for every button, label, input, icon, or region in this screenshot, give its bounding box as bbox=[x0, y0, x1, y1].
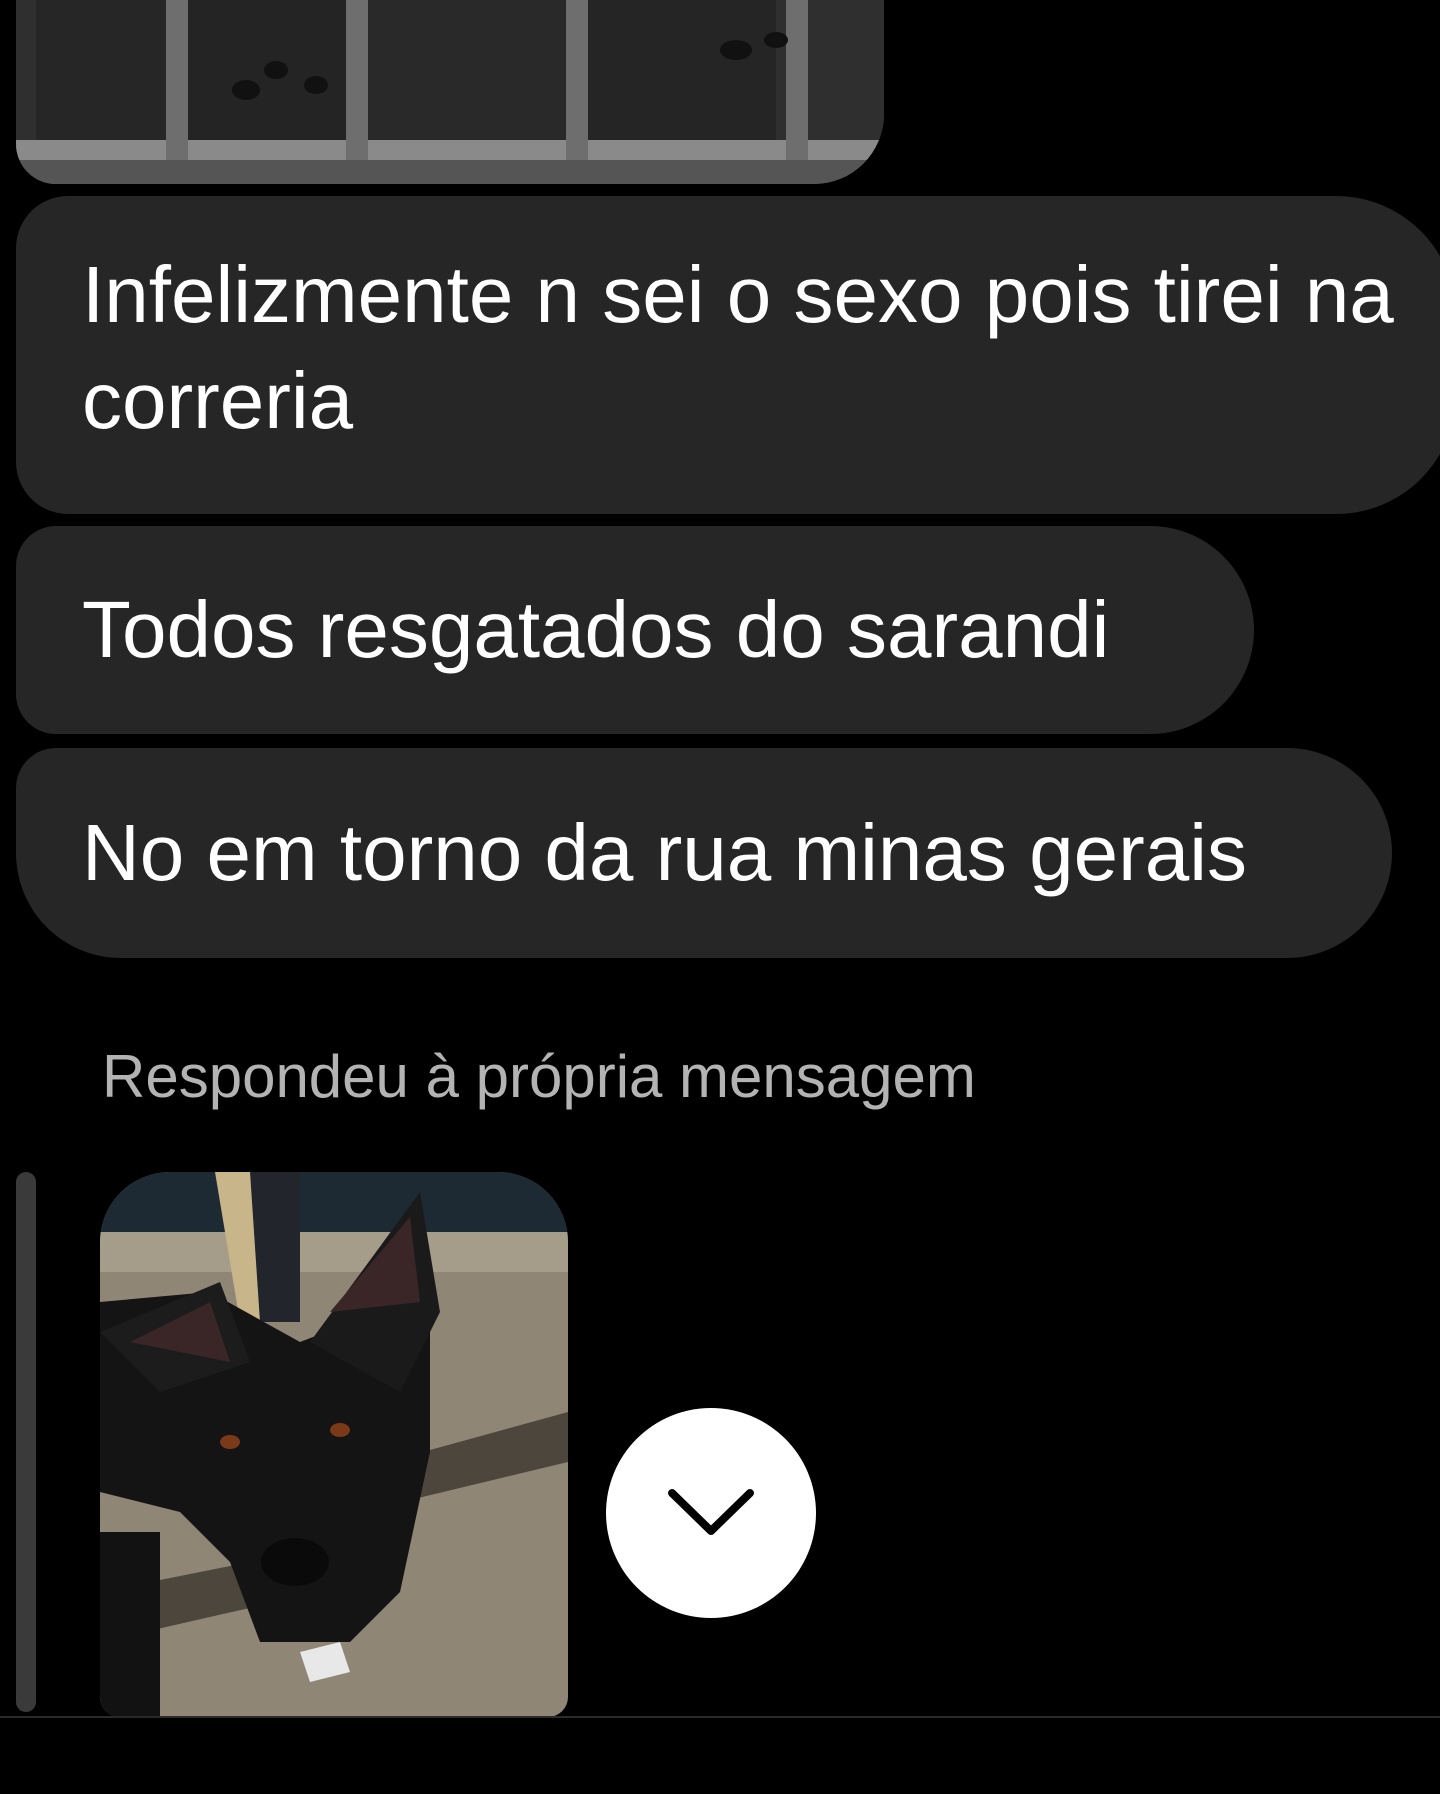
shared-photo-cage[interactable] bbox=[16, 0, 884, 184]
reply-indicator-bar bbox=[16, 1172, 36, 1712]
cage-photo-image bbox=[16, 0, 884, 184]
chat-screen: Infelizmente n sei o sexo pois tirei na … bbox=[0, 0, 1440, 1794]
message-text: Infelizmente n sei o sexo pois tirei na … bbox=[82, 250, 1394, 445]
message-bubble[interactable]: Todos resgatados do sarandi bbox=[16, 526, 1254, 734]
reply-context-label: Respondeu à própria mensagem bbox=[102, 1043, 976, 1110]
shared-photo-dog[interactable] bbox=[100, 1172, 568, 1717]
message-bubble[interactable]: No em torno da rua minas gerais bbox=[16, 748, 1392, 958]
chevron-down-icon bbox=[668, 1489, 754, 1535]
message-text: Todos resgatados do sarandi bbox=[82, 585, 1110, 674]
scroll-to-bottom-button[interactable] bbox=[606, 1408, 816, 1618]
composer-divider bbox=[0, 1716, 1440, 1718]
dog-photo-image bbox=[100, 1172, 568, 1717]
message-text: No em torno da rua minas gerais bbox=[82, 808, 1247, 897]
message-bubble[interactable]: Infelizmente n sei o sexo pois tirei na … bbox=[16, 196, 1440, 514]
